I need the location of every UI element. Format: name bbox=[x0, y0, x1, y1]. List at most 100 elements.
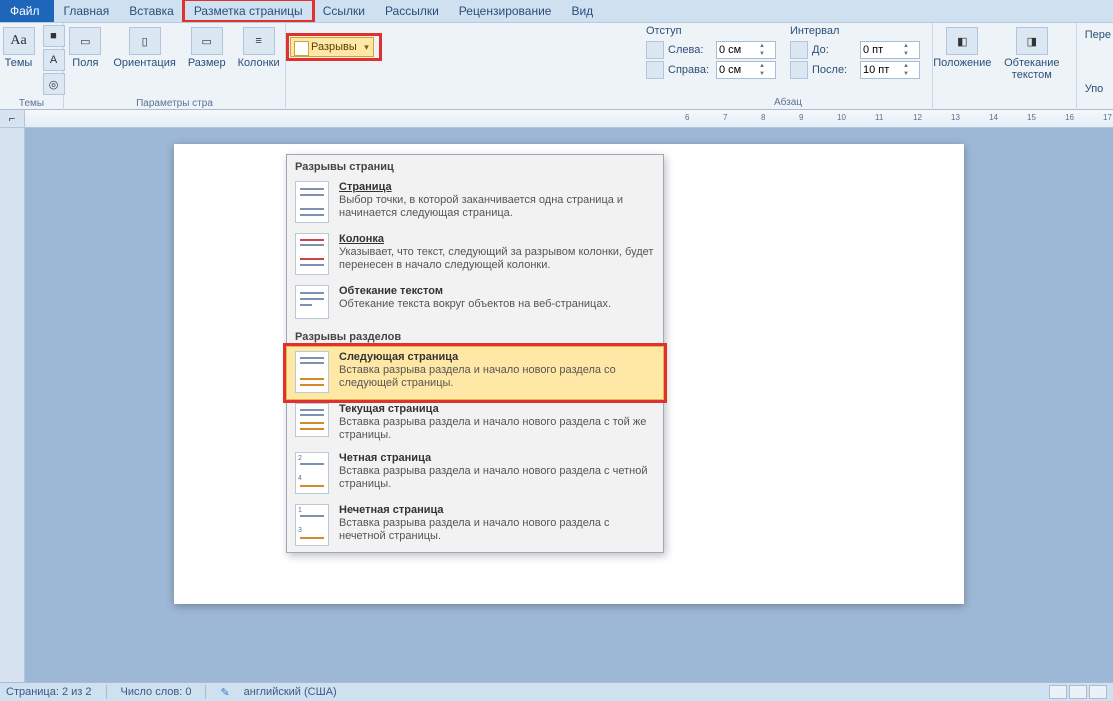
tab-strip: Файл Главная Вставка Разметка страницы С… bbox=[0, 0, 1113, 22]
dd-cont-title: Текущая страница bbox=[339, 403, 655, 415]
spacing-header: Интервал bbox=[790, 25, 930, 37]
ruler-tick: 8 bbox=[761, 113, 765, 122]
dd-next-desc: Вставка разрыва раздела и начало нового … bbox=[339, 364, 655, 390]
spacing-before-icon bbox=[790, 41, 808, 59]
size-icon: ▭ bbox=[191, 27, 223, 55]
spacing-after-input[interactable]: ▲▼ bbox=[860, 61, 920, 79]
status-page[interactable]: Страница: 2 из 2 bbox=[6, 686, 92, 698]
ruler-tick: 11 bbox=[875, 113, 883, 122]
themes-group-label: Темы bbox=[19, 97, 44, 111]
dd-text-wrap-break[interactable]: Обтекание текстом Обтекание текста вокру… bbox=[287, 281, 663, 325]
indent-right-label: Справа: bbox=[668, 64, 712, 76]
ruler-tick: 7 bbox=[723, 113, 727, 122]
colors-icon[interactable]: ■ bbox=[43, 25, 65, 47]
ruler-tick: 14 bbox=[989, 113, 998, 122]
dd-page-title: Страница bbox=[339, 181, 655, 193]
dd-even-page-section[interactable]: 24 Четная страница Вставка разрыва разде… bbox=[287, 448, 663, 500]
page-break-icon bbox=[295, 181, 329, 223]
size-label: Размер bbox=[188, 57, 226, 69]
even-page-section-icon: 24 bbox=[295, 452, 329, 494]
indent-right-input[interactable]: ▲▼ bbox=[716, 61, 776, 79]
dd-odd-title: Нечетная страница bbox=[339, 504, 655, 516]
next-page-section-icon bbox=[295, 351, 329, 393]
orientation-button[interactable]: ▯ Ориентация bbox=[109, 25, 179, 71]
view-print-layout[interactable] bbox=[1049, 685, 1067, 699]
ruler-tick: 13 bbox=[951, 113, 960, 122]
ruler-tick: 17 bbox=[1103, 113, 1112, 122]
orientation-icon: ▯ bbox=[129, 27, 161, 55]
tab-file[interactable]: Файл bbox=[0, 0, 54, 22]
dd-odd-desc: Вставка разрыва раздела и начало нового … bbox=[339, 517, 655, 543]
dd-even-desc: Вставка разрыва раздела и начало нового … bbox=[339, 465, 655, 491]
dd-column-desc: Указывает, что текст, следующий за разры… bbox=[339, 246, 655, 272]
orientation-label: Ориентация bbox=[113, 57, 175, 69]
status-words[interactable]: Число слов: 0 bbox=[121, 686, 192, 698]
themes-label: Темы bbox=[5, 57, 33, 69]
status-bar: Страница: 2 из 2 Число слов: 0 ✎ английс… bbox=[0, 682, 1113, 701]
arrange-truncated: Упо bbox=[1085, 83, 1104, 95]
dd-column-break[interactable]: Колонка Указывает, что текст, следующий … bbox=[287, 229, 663, 281]
ruler-tick: 15 bbox=[1027, 113, 1036, 122]
columns-button[interactable]: ≡ Колонки bbox=[234, 25, 284, 71]
ribbon: Aa Темы ■ A ◎ Темы ▭ Поля ▯ Ориентация ▭ Ра… bbox=[0, 22, 1113, 110]
ruler-corner: ⌐ bbox=[0, 110, 25, 127]
spacing-before-input[interactable]: ▲▼ bbox=[860, 41, 920, 59]
ruler-vertical bbox=[0, 128, 25, 682]
effects-icon[interactable]: ◎ bbox=[43, 73, 65, 95]
spacing-after-label: После: bbox=[812, 64, 856, 76]
fonts-icon[interactable]: A bbox=[43, 49, 65, 71]
spellcheck-icon[interactable]: ✎ bbox=[220, 686, 229, 699]
tab-page-layout[interactable]: Разметка страницы bbox=[184, 0, 313, 22]
dd-wrap-title: Обтекание текстом bbox=[339, 285, 655, 297]
margins-icon: ▭ bbox=[69, 27, 101, 55]
columns-label: Колонки bbox=[238, 57, 280, 69]
view-web[interactable] bbox=[1089, 685, 1107, 699]
dd-wrap-desc: Обтекание текста вокруг объектов на веб-… bbox=[339, 298, 655, 311]
ruler-tick: 12 bbox=[913, 113, 922, 122]
dd-next-page-section[interactable]: Следующая страница Вставка разрыва разде… bbox=[286, 346, 664, 400]
column-break-icon bbox=[295, 233, 329, 275]
position-icon: ◧ bbox=[946, 27, 978, 55]
tab-links[interactable]: Ссылки bbox=[313, 0, 375, 22]
ruler-horizontal: ⌐ 67891011121314151617 bbox=[0, 110, 1113, 128]
indent-header: Отступ bbox=[646, 25, 786, 37]
dd-header-pages: Разрывы страниц bbox=[287, 155, 663, 177]
position-button[interactable]: ◧Положение bbox=[937, 25, 988, 71]
tab-mailings[interactable]: Рассылки bbox=[375, 0, 449, 22]
tab-view[interactable]: Вид bbox=[561, 0, 603, 22]
dd-page-break[interactable]: Страница Выбор точки, в которой заканчив… bbox=[287, 177, 663, 229]
dd-header-sections: Разрывы разделов bbox=[287, 325, 663, 347]
spacing-after-icon bbox=[790, 61, 808, 79]
dd-page-desc: Выбор точки, в которой заканчивается одн… bbox=[339, 194, 655, 220]
spacing-before-label: До: bbox=[812, 44, 856, 56]
ruler-tick: 6 bbox=[685, 113, 689, 122]
text-wrap-break-icon bbox=[295, 285, 329, 319]
dd-continuous-section[interactable]: Текущая страница Вставка разрыва раздела… bbox=[287, 399, 663, 448]
dd-odd-page-section[interactable]: 13 Нечетная страница Вставка разрыва раз… bbox=[287, 500, 663, 552]
indent-left-label: Слева: bbox=[668, 44, 712, 56]
breaks-button[interactable]: Разрывы bbox=[290, 37, 374, 57]
columns-icon: ≡ bbox=[243, 27, 275, 55]
tab-home[interactable]: Главная bbox=[54, 0, 120, 22]
themes-button[interactable]: Aa Темы bbox=[0, 25, 39, 71]
tab-review[interactable]: Рецензирование bbox=[449, 0, 562, 22]
ruler-tick: 10 bbox=[837, 113, 846, 122]
margins-label: Поля bbox=[72, 57, 98, 69]
ruler-tick: 16 bbox=[1065, 113, 1074, 122]
indent-left-icon bbox=[646, 41, 664, 59]
status-language[interactable]: английский (США) bbox=[244, 686, 337, 698]
bring-forward-truncated[interactable]: Пере bbox=[1085, 29, 1111, 41]
workspace: Разрывы страниц Страница Выбор точки, в … bbox=[0, 128, 1113, 682]
dd-cont-desc: Вставка разрыва раздела и начало нового … bbox=[339, 416, 655, 442]
wrap-text-icon: ◨ bbox=[1016, 27, 1048, 55]
size-button[interactable]: ▭ Размер bbox=[184, 25, 230, 71]
tab-insert[interactable]: Вставка bbox=[119, 0, 184, 22]
odd-page-section-icon: 13 bbox=[295, 504, 329, 546]
wrap-text-button[interactable]: ◨Обтекание текстом bbox=[992, 25, 1072, 83]
dd-even-title: Четная страница bbox=[339, 452, 655, 464]
view-fullscreen[interactable] bbox=[1069, 685, 1087, 699]
continuous-section-icon bbox=[295, 403, 329, 437]
indent-left-input[interactable]: ▲▼ bbox=[716, 41, 776, 59]
margins-button[interactable]: ▭ Поля bbox=[65, 25, 105, 71]
paragraph-group-label: Абзац bbox=[646, 97, 930, 108]
